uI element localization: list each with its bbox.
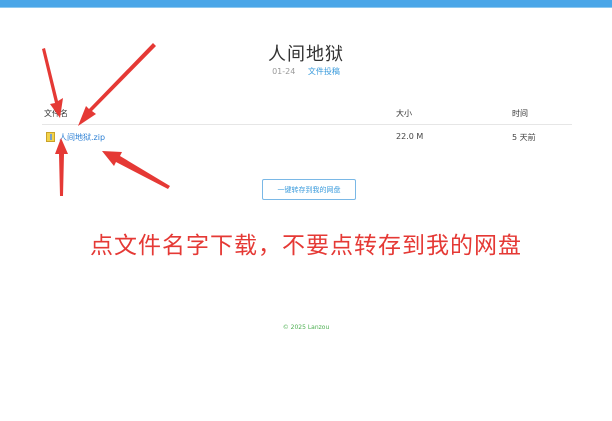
upload-date: 01-24 xyxy=(272,67,296,76)
file-time: 5 天前 xyxy=(512,133,536,142)
category-link[interactable]: 文件投稿 xyxy=(308,67,340,76)
file-download-link[interactable]: 人间地狱.zip xyxy=(59,132,105,143)
save-to-netdisk-button[interactable]: 一键转存到我的网盘 xyxy=(262,179,356,200)
file-table: 文件名 大小 时间 人间地狱.zip 22.0 M 5 天前 xyxy=(42,104,572,150)
page-title: 人间地狱 xyxy=(268,44,344,65)
arrow-icon xyxy=(102,151,170,189)
download-instruction: 点文件名字下载，不要点转存到我的网盘 xyxy=(90,233,522,259)
column-header-size: 大小 xyxy=(396,109,412,118)
zip-file-icon xyxy=(46,132,55,142)
table-row: 人间地狱.zip 22.0 M 5 天前 xyxy=(42,128,572,148)
column-header-time: 时间 xyxy=(512,109,528,118)
share-page: 人间地狱 01-24 文件投稿 文件名 大小 时间 人间地狱.zip 22.0 … xyxy=(0,0,612,421)
footer-copyright: © 2025 Lanzou xyxy=(282,324,330,331)
column-header-name: 文件名 xyxy=(44,109,68,118)
page-meta: 01-24 文件投稿 xyxy=(0,66,612,77)
file-size: 22.0 M xyxy=(396,132,424,141)
table-divider xyxy=(42,124,572,125)
top-bar xyxy=(0,0,612,8)
